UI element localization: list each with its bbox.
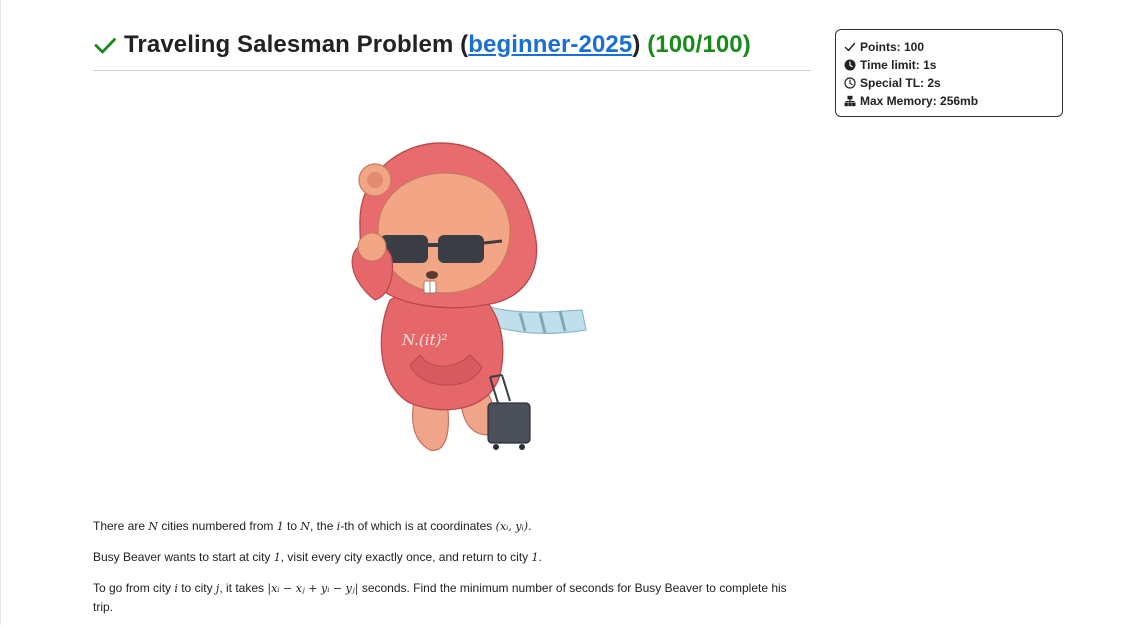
clock-outline-icon: [844, 77, 856, 89]
statement-text: cities numbered from: [157, 519, 277, 533]
problem-header: Traveling Salesman Problem (beginner-202…: [93, 27, 811, 71]
statement-text: , the: [310, 519, 337, 533]
math-inline: N: [300, 520, 311, 533]
time-limit-row: Time limit: 1s: [844, 56, 1062, 74]
title-paren-open: (: [453, 31, 469, 58]
left-border: [0, 0, 1, 625]
problem-title: Traveling Salesman Problem: [124, 31, 454, 58]
check-icon: [94, 38, 116, 54]
contest-link[interactable]: beginner-2025: [468, 31, 632, 58]
math-inline: 1: [273, 551, 281, 564]
clock-filled-icon: [844, 59, 856, 71]
memory-icon: [844, 95, 856, 107]
statement-text: , visit every city exactly once, and ret…: [280, 550, 532, 564]
statement-text: Busy Beaver wants to start at city: [93, 550, 274, 564]
time-limit-label: Time limit: 1s: [860, 58, 937, 72]
check-icon: [844, 42, 856, 52]
title-row: Traveling Salesman Problem (beginner-202…: [93, 27, 811, 63]
math-inline: |xᵢ − xⱼ + yᵢ − yⱼ|: [267, 582, 359, 595]
memory-row: Max Memory: 256mb: [844, 92, 1062, 110]
statement-text: To go from city: [93, 581, 175, 595]
special-tl-label: Special TL: 2s: [860, 76, 941, 90]
statement-paragraph: Busy Beaver wants to start at city 1, vi…: [93, 548, 803, 567]
title-paren-close: ): [632, 31, 641, 58]
statement-paragraph: There are N cities numbered from 1 to N,…: [93, 517, 803, 536]
page-title: Traveling Salesman Problem (beginner-202…: [124, 31, 751, 59]
statement-text: , it takes: [219, 581, 268, 595]
statement-text: .: [528, 519, 532, 533]
statement-text: to city: [177, 581, 216, 595]
header-divider: [93, 70, 811, 71]
points-row: Points: 100: [844, 38, 1062, 56]
statement-paragraph: To go from city i to city j, it takes |x…: [93, 579, 803, 616]
statement-text: -th of which is at coordinates: [340, 519, 496, 533]
math-inline: (xᵢ, yᵢ): [495, 520, 529, 533]
math-inline: 1: [276, 520, 284, 533]
beaver-illustration: N.(it)²: [351, 142, 587, 451]
problem-info-box: Points: 100 Time limit: 1s Special TL: 2…: [835, 29, 1063, 117]
points-label: Points: 100: [860, 40, 925, 54]
math-inline: 1: [531, 551, 539, 564]
score-badge: (100/100): [647, 31, 751, 58]
statement-text: .: [538, 550, 542, 564]
math-inline: N: [148, 520, 158, 533]
max-memory-label: Max Memory: 256mb: [860, 94, 979, 108]
problem-statement: There are N cities numbered from 1 to N,…: [93, 517, 803, 628]
statement-text: to: [283, 519, 301, 533]
shirt-text: N.(it)²: [401, 331, 447, 349]
special-tl-row: Special TL: 2s: [844, 74, 1062, 92]
statement-text: There are: [93, 519, 149, 533]
